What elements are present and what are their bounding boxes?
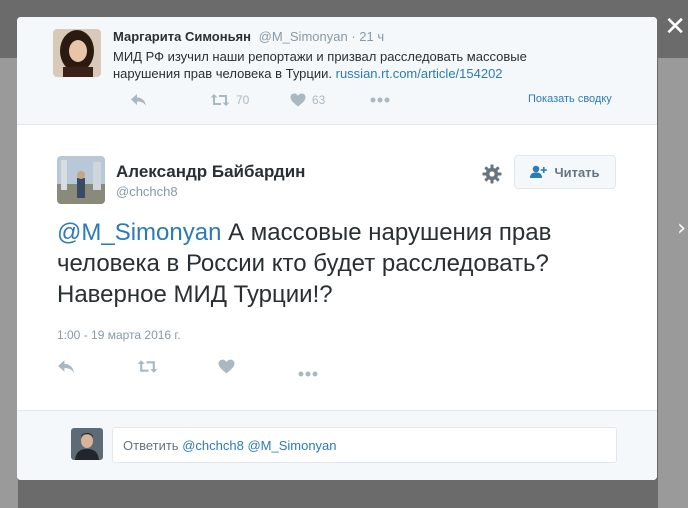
backdrop-right [658, 58, 688, 508]
author-name[interactable]: Маргарита Симоньян [113, 29, 251, 44]
retweet-icon [210, 94, 230, 106]
avatar[interactable] [53, 29, 101, 77]
reply-prefix: Ответить [123, 437, 179, 453]
author-handle[interactable]: @chchch8 [116, 184, 178, 199]
tweet-text: @M_Simonyan А массовые нарушения прав че… [57, 217, 627, 310]
tweet-actions [57, 359, 357, 381]
reply-mention: @M_Simonyan [247, 437, 337, 453]
reply-area: Ответить @chchch8 @M_Simonyan [17, 410, 657, 480]
reply-input[interactable]: Ответить @chchch8 @M_Simonyan [112, 427, 617, 463]
tweet-text: МИД РФ изучил наши репортажи и призвал р… [113, 48, 593, 82]
more-button[interactable] [370, 97, 390, 103]
retweet-button[interactable] [137, 359, 158, 379]
like-button[interactable] [218, 359, 235, 379]
gear-icon [482, 164, 502, 184]
more-icon [298, 371, 318, 377]
more-button[interactable] [298, 364, 318, 382]
heart-icon [218, 359, 235, 374]
reply-icon [58, 360, 74, 373]
parent-header: Маргарита Симоньян @M_Simonyan · 21 ч [113, 29, 384, 44]
backdrop-left [0, 58, 18, 508]
reply-button[interactable] [57, 359, 75, 379]
close-icon[interactable]: ✕ [664, 14, 686, 40]
tweet-modal: Маргарита Симоньян @M_Simonyan · 21 ч МИ… [17, 17, 657, 480]
follow-icon [530, 165, 548, 178]
tweet-date[interactable]: 1:00 - 19 марта 2016 г. [57, 328, 181, 342]
settings-button[interactable] [481, 163, 503, 185]
reply-icon [131, 94, 146, 106]
like-button[interactable]: 63 [290, 93, 325, 107]
like-count: 63 [312, 93, 326, 107]
time-separator: · [351, 29, 356, 44]
article-link[interactable]: russian.rt.com/article/154202 [336, 66, 503, 81]
chevron-right-icon[interactable]: › [677, 216, 686, 241]
follow-label: Читать [554, 164, 600, 180]
follow-button[interactable]: Читать [514, 155, 616, 189]
heart-icon [290, 93, 306, 107]
tweet-time[interactable]: 21 ч [359, 29, 384, 44]
show-summary-link[interactable]: Показать сводку [528, 93, 612, 105]
avatar [71, 428, 103, 460]
retweet-icon [137, 360, 158, 373]
author-name[interactable]: Александр Байбардин [116, 162, 305, 182]
more-icon [370, 97, 390, 103]
retweet-button[interactable]: 70 [210, 93, 249, 107]
retweet-count: 70 [236, 93, 250, 107]
avatar[interactable] [57, 156, 105, 204]
reply-mention: @chchch8 [182, 437, 244, 453]
mention-link[interactable]: @M_Simonyan [57, 219, 221, 246]
parent-tweet[interactable]: Маргарита Симоньян @M_Simonyan · 21 ч МИ… [17, 17, 657, 125]
reply-button[interactable] [130, 93, 147, 107]
author-handle[interactable]: @M_Simonyan [259, 29, 348, 44]
